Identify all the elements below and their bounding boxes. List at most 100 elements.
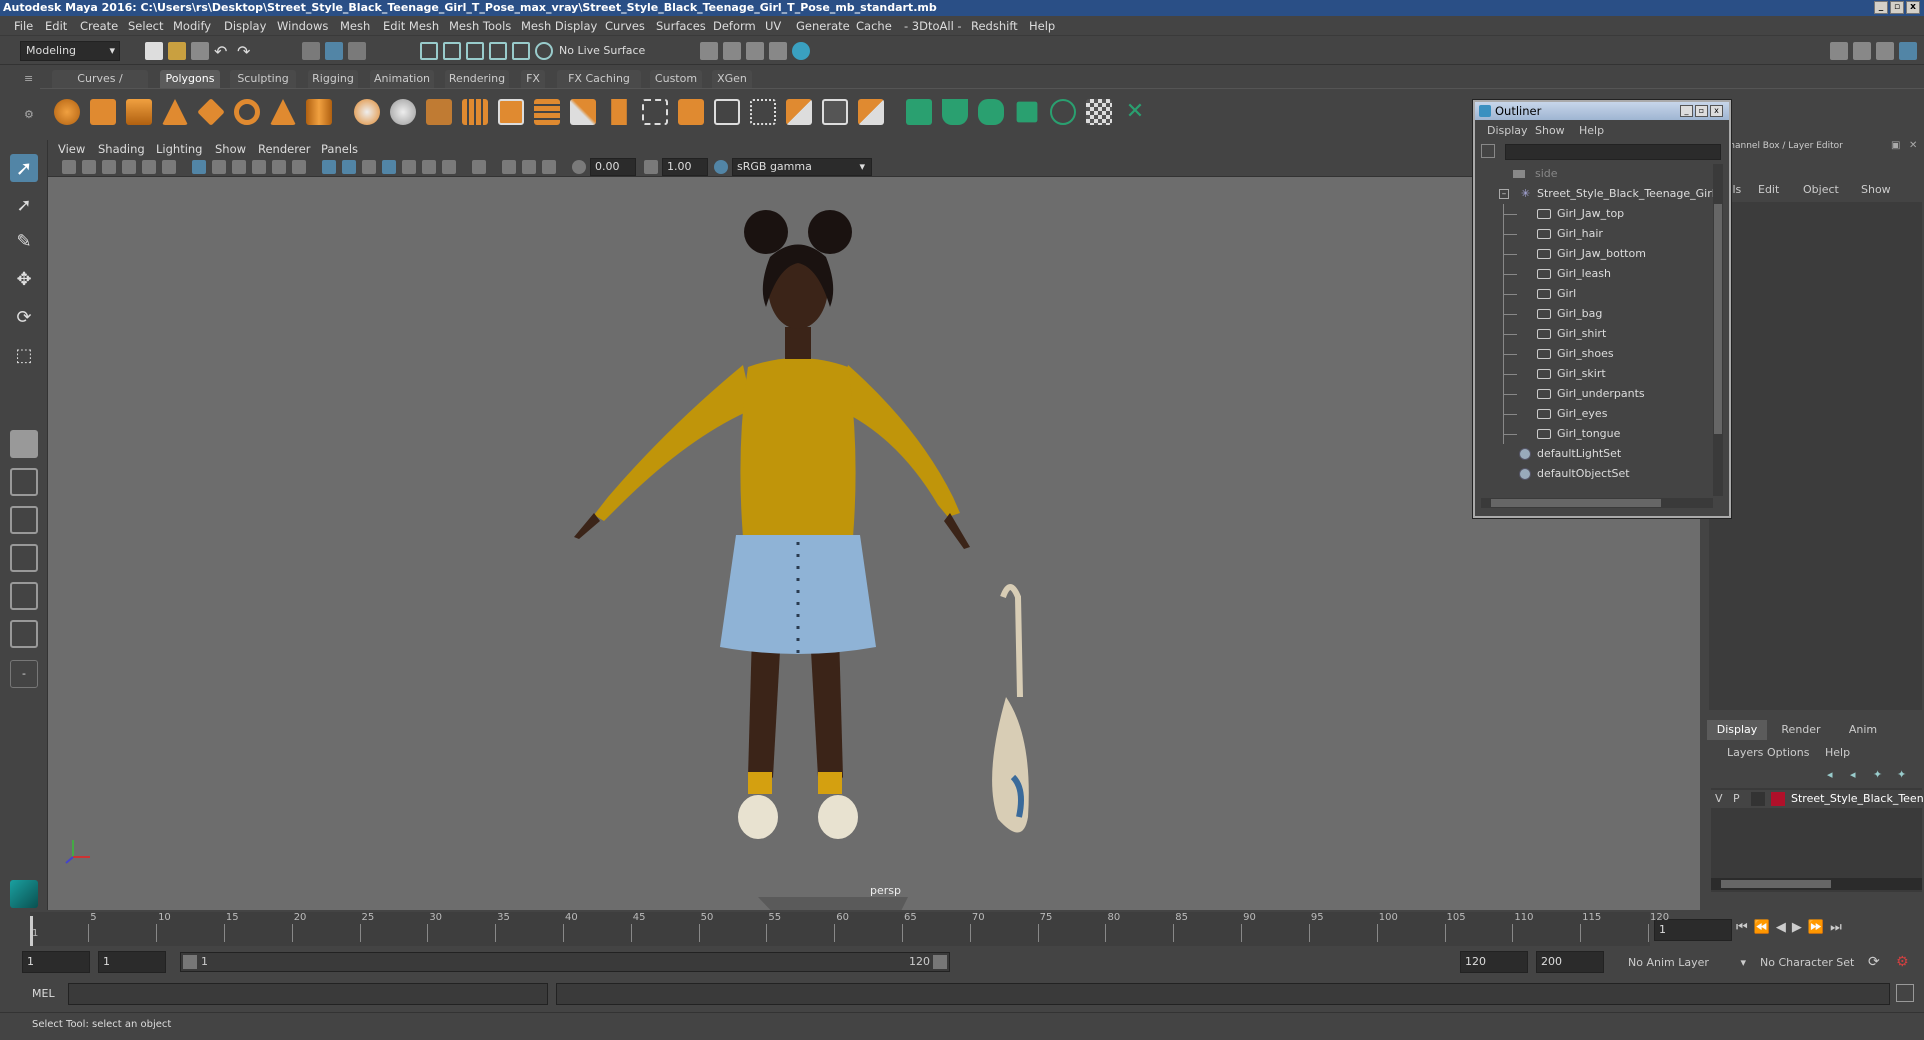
menu-modify[interactable]: Modify — [173, 19, 211, 33]
new-layer-selected-icon[interactable]: ✦ — [1897, 768, 1906, 781]
menu-generate[interactable]: Generate — [796, 19, 850, 33]
menu-surfaces[interactable]: Surfaces — [656, 19, 706, 33]
collapse-icon[interactable]: – — [1499, 189, 1509, 199]
step-back-icon[interactable]: ⏪ — [1754, 920, 1776, 935]
menu-mesh-display[interactable]: Mesh Display — [521, 19, 597, 33]
lasso-tool-icon[interactable]: ➚ — [10, 192, 38, 220]
go-to-end-icon[interactable]: ⏭ — [1830, 920, 1848, 935]
poly-sphere-icon[interactable] — [54, 99, 80, 125]
outliner-item[interactable]: Girl_shirt — [1481, 324, 1713, 344]
poly-torus-icon[interactable] — [234, 99, 260, 125]
extrude-icon[interactable] — [611, 99, 627, 125]
wireframe-on-shaded-icon[interactable] — [232, 160, 246, 174]
outliner-item[interactable]: Girl_shoes — [1481, 344, 1713, 364]
vp-menu-view[interactable]: View — [58, 142, 85, 156]
hypershade-icon[interactable] — [792, 42, 810, 60]
textured-icon[interactable] — [252, 160, 266, 174]
film-gate-icon[interactable] — [162, 160, 176, 174]
outliner-item-side[interactable]: side — [1481, 164, 1713, 184]
layer-tab-display[interactable]: Display — [1707, 720, 1767, 740]
menu-mesh[interactable]: Mesh — [340, 19, 370, 33]
shelf-tab-curves-surfaces[interactable]: Curves / Surfaces — [52, 70, 148, 103]
menu-select[interactable]: Select — [128, 19, 163, 33]
float-panel-icon[interactable]: ▣ — [1891, 140, 1900, 151]
select-camera-icon[interactable] — [62, 160, 76, 174]
smooth-shade-icon[interactable] — [212, 160, 226, 174]
gate-mask-icon[interactable] — [542, 160, 556, 174]
range-slider[interactable]: 1 120 — [180, 952, 950, 972]
ambient-occlusion-icon[interactable] — [402, 160, 416, 174]
uv-snapshot-icon[interactable]: ✕ — [1122, 99, 1148, 125]
select-tool-icon[interactable]: ➚ — [10, 154, 38, 182]
xray-icon[interactable] — [342, 160, 356, 174]
shelf-tab-polygons[interactable]: Polygons — [160, 70, 220, 88]
outliner-menu-show[interactable]: Show — [1535, 124, 1565, 137]
vp-menu-panels[interactable]: Panels — [321, 142, 358, 156]
girl-shirt[interactable] — [740, 358, 856, 547]
snap-curve-icon[interactable] — [443, 42, 461, 60]
color-management-icon[interactable] — [714, 160, 728, 174]
attribute-editor-icon[interactable] — [1853, 42, 1871, 60]
layer-name[interactable]: Street_Style_Black_Teen — [1791, 792, 1924, 805]
menu-cache[interactable]: Cache — [856, 19, 892, 33]
layer-tab-render[interactable]: Render — [1771, 720, 1831, 740]
outliner-item[interactable]: Girl_tongue — [1481, 424, 1713, 444]
layer-menu-layers[interactable]: Layers — [1727, 746, 1763, 759]
insert-edge-loop-icon[interactable] — [714, 99, 740, 125]
shelf-tab-fx[interactable]: FX — [521, 70, 545, 88]
uv-editor-icon[interactable] — [1086, 99, 1112, 125]
outliner-item[interactable]: Girl — [1481, 284, 1713, 304]
cb-menu-show[interactable]: Show — [1861, 183, 1891, 196]
layer-visibility-toggle[interactable]: V — [1715, 792, 1723, 805]
outliner-vscroll-thumb[interactable] — [1714, 204, 1722, 434]
combine-icon[interactable] — [354, 99, 380, 125]
modeling-toolkit-icon[interactable] — [1830, 42, 1848, 60]
layer-tab-anim[interactable]: Anim — [1833, 720, 1893, 740]
vp-menu-show[interactable]: Show — [215, 142, 246, 156]
live-surface-field[interactable]: No Live Surface — [554, 42, 659, 60]
perspective-viewport[interactable]: View Shading Lighting Show Renderer Pane… — [48, 140, 1700, 910]
auto-key-icon[interactable]: ⟳ — [1868, 954, 1886, 972]
multi-cut-icon[interactable] — [570, 99, 596, 125]
paint-select-icon[interactable]: ✎ — [10, 228, 38, 256]
outliner-item[interactable]: Girl_leash — [1481, 264, 1713, 284]
new-empty-layer-icon[interactable]: ✦ — [1873, 768, 1882, 781]
shelf-gear-icon[interactable]: ⚙ — [24, 108, 38, 122]
range-slider-start-handle[interactable] — [183, 955, 197, 969]
select-hierarchy-icon[interactable] — [302, 42, 320, 60]
cb-menu-object[interactable]: Object — [1803, 183, 1839, 196]
layer-color-swatch[interactable] — [1771, 792, 1785, 806]
scene-render[interactable] — [48, 177, 1700, 910]
outliner-item[interactable]: Girl_Jaw_bottom — [1481, 244, 1713, 264]
tool-settings-icon[interactable] — [1876, 42, 1894, 60]
snap-point-icon[interactable] — [466, 42, 484, 60]
toolbox-more-icon[interactable]: - — [10, 660, 38, 688]
outliner-item[interactable]: defaultObjectSet — [1481, 464, 1713, 484]
select-component-icon[interactable] — [348, 42, 366, 60]
outliner-hscrollbar[interactable] — [1481, 498, 1713, 508]
move-tool-icon[interactable]: ✥ — [10, 266, 38, 294]
snap-edge-icon[interactable] — [535, 42, 553, 60]
vp-menu-lighting[interactable]: Lighting — [156, 142, 202, 156]
menu-create[interactable]: Create — [80, 19, 118, 33]
anim-layer-select[interactable]: No Anim Layer ▾ — [1622, 954, 1748, 972]
outliner-item[interactable]: Girl_bag — [1481, 304, 1713, 324]
render-settings-icon[interactable] — [700, 42, 718, 60]
layer-scrollbar[interactable] — [1711, 878, 1922, 890]
menu-file[interactable]: File — [14, 19, 33, 33]
outliner-vscrollbar[interactable] — [1713, 164, 1723, 496]
outliner-hscroll-thumb[interactable] — [1491, 499, 1661, 507]
play-icon[interactable]: ▶ — [1792, 920, 1808, 935]
xray-joints-icon[interactable] — [362, 160, 376, 174]
snap-grid-icon[interactable] — [420, 42, 438, 60]
single-perspective-layout-icon[interactable] — [10, 430, 38, 458]
outliner-filter-icon[interactable] — [1481, 144, 1495, 158]
bevel-icon[interactable] — [678, 99, 704, 125]
shelf-tab-sculpting[interactable]: Sculpting — [230, 70, 296, 88]
isolate-select-icon[interactable] — [322, 160, 336, 174]
shelf-tab-rigging[interactable]: Rigging — [308, 70, 358, 88]
new-scene-icon[interactable] — [145, 42, 163, 60]
hud-icon[interactable] — [502, 160, 516, 174]
make-live-icon[interactable] — [512, 42, 530, 60]
menu-windows[interactable]: Windows — [277, 19, 328, 33]
